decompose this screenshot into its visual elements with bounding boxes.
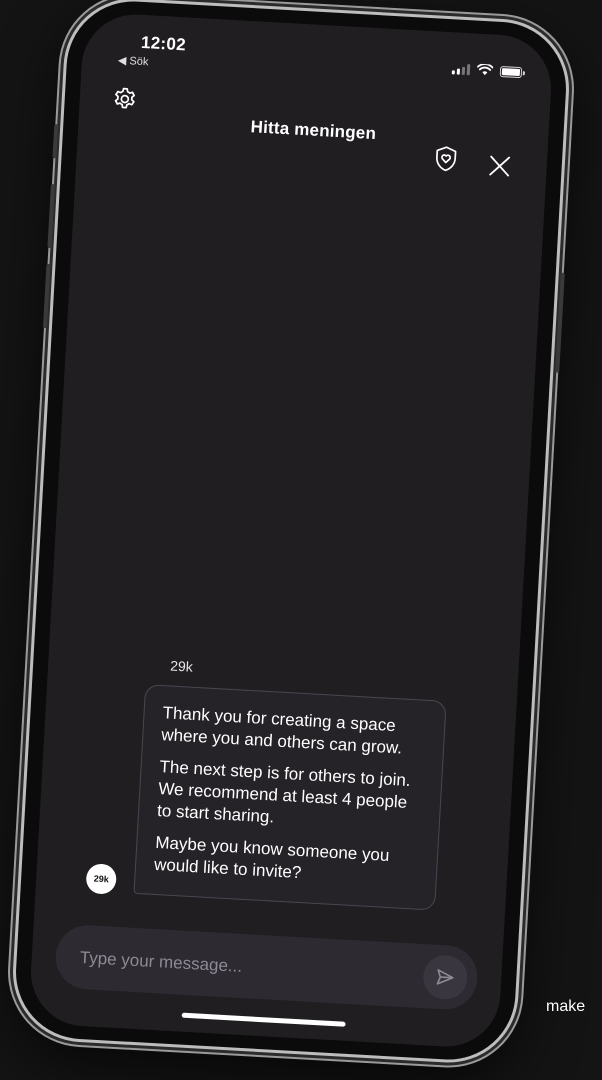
wifi-icon — [476, 63, 494, 76]
page-title: Hitta meningen — [250, 117, 377, 144]
mute-switch — [52, 124, 59, 159]
shield-heart-icon — [436, 146, 457, 172]
home-indicator[interactable] — [181, 1012, 346, 1027]
message-paragraph: The next step is for others to join. We … — [156, 757, 412, 827]
side-caption: make — [546, 998, 586, 1015]
sender-avatar[interactable]: 29k — [85, 863, 118, 895]
message-paragraph: Maybe you know someone you would like to… — [153, 832, 390, 883]
message-composer — [54, 923, 480, 1012]
send-icon — [436, 969, 454, 985]
phone-screen: 12:02 ◀ Sök Hitta meningen 29k Thank you… — [28, 11, 554, 1050]
safety-button[interactable] — [428, 141, 464, 177]
stage: 12:02 ◀ Sök Hitta meningen 29k Thank you… — [0, 0, 602, 1080]
message-paragraph: Thank you for creating a space where you… — [160, 703, 403, 758]
status-icons — [451, 62, 526, 78]
message-input[interactable] — [75, 924, 384, 1008]
close-button[interactable] — [482, 148, 518, 184]
signal-icon — [451, 63, 471, 75]
sender-name: 29k — [169, 657, 194, 675]
close-icon — [489, 155, 511, 177]
battery-icon — [499, 65, 526, 78]
send-button[interactable] — [422, 954, 469, 1001]
status-time: 12:02 — [140, 32, 187, 55]
message-bubble: Thank you for creating a space where you… — [133, 684, 447, 911]
chat-area: 29k Thank you for creating a space where… — [73, 652, 488, 911]
phone-device: 12:02 ◀ Sök Hitta meningen 29k Thank you… — [9, 0, 573, 1067]
back-to-search-link[interactable]: ◀ Sök — [118, 54, 149, 69]
